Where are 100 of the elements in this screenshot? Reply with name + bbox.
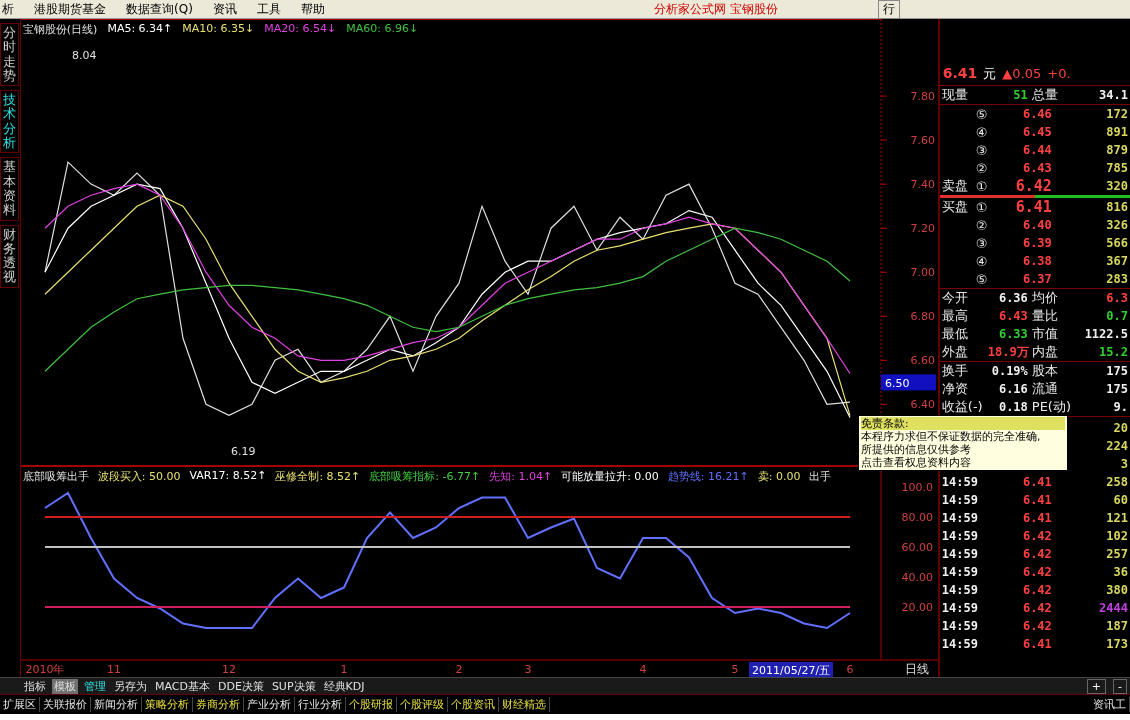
date-label: 12 <box>221 663 236 676</box>
legend-text: 底部吸筹指标: -6.77↑ <box>369 469 481 484</box>
field-label: PE(动) <box>1030 398 1072 416</box>
zoom-button[interactable]: + <box>1086 678 1106 694</box>
side-label: 卖盘 <box>941 177 969 195</box>
bid-price: 6.40 <box>1021 218 1052 232</box>
field-value: 0.18 <box>997 400 1028 414</box>
axis-label: 7.40 <box>910 178 935 192</box>
menu-item[interactable]: 资讯 <box>212 0 237 18</box>
rank-label: ② <box>975 217 989 233</box>
date-label: 5 <box>731 663 739 676</box>
legend-text: VAR17: 8.52↑ <box>189 469 267 484</box>
tick-price: 6.42 <box>1021 547 1052 561</box>
axis-label: 7.60 <box>910 134 935 148</box>
menu-item[interactable]: 数据查询(Q) <box>126 0 193 18</box>
menu-item[interactable]: 帮助 <box>300 0 325 18</box>
menu-brand-text: 分析家公式网 宝钢股份 <box>654 0 778 18</box>
tick-time: 14:59 <box>941 493 979 507</box>
field-label: 市值 <box>1030 325 1059 343</box>
rank-label: ② <box>975 160 989 176</box>
formula-tab[interactable]: 管理 <box>82 678 108 694</box>
menu-item[interactable]: 析 <box>2 0 14 18</box>
price-annotation: 8.04 <box>71 49 97 62</box>
field-value: 6.43 <box>997 309 1028 323</box>
date-label: 6 <box>846 663 854 676</box>
field-label: 股本 <box>1030 362 1059 380</box>
field-label: 净资 <box>941 380 969 398</box>
side-tab[interactable]: 分时走势 <box>0 23 19 87</box>
bottom-tab[interactable]: 财经精选 <box>499 697 550 712</box>
axis-label: 7.20 <box>910 222 935 236</box>
date-label: 3 <box>524 663 532 676</box>
axis-label: 6.60 <box>910 354 935 368</box>
field-value: 0.19% <box>990 364 1028 378</box>
formula-tab[interactable]: MACD基本 <box>153 678 212 694</box>
cursor-price-label: 6.50 <box>880 374 936 391</box>
rank-label: ⑤ <box>975 271 989 287</box>
bottom-tab[interactable]: 扩展区 <box>0 697 40 712</box>
legend-text: MA60: 6.96↓ <box>346 22 419 37</box>
axis-label: 40.00 <box>901 571 933 584</box>
field-value: 34.1 <box>1098 88 1128 102</box>
field-label: 流通 <box>1030 380 1059 398</box>
axis-label: 6.80 <box>910 310 935 324</box>
field-value: 15.2 <box>1098 345 1128 359</box>
menu-corner-button[interactable]: 行 <box>878 0 900 19</box>
legend-text: 出手 <box>809 469 832 484</box>
side-tab[interactable]: 基本资料 <box>0 157 19 221</box>
tick-volume: 121 <box>1105 511 1128 525</box>
rank-label: ④ <box>975 253 989 269</box>
tick-price: 6.42 <box>1021 583 1052 597</box>
side-tab[interactable]: 财务透视 <box>0 224 19 288</box>
tick-volume: 257 <box>1105 547 1128 561</box>
legend-text: 波段买入: 50.00 <box>97 469 181 484</box>
tick-price: 6.41 <box>1021 637 1052 651</box>
legend-text: MA10: 6.35↓ <box>182 22 255 37</box>
bottom-tab[interactable]: 关联报价 <box>40 697 91 712</box>
bid-price: 6.37 <box>1021 272 1052 286</box>
bottom-tab[interactable]: 新闻分析 <box>91 697 142 712</box>
bottom-tab[interactable]: 资讯工 <box>1090 697 1130 712</box>
side-tab[interactable]: 技术分析 <box>0 90 19 154</box>
ask-volume: 879 <box>1105 143 1128 157</box>
tick-price: 6.42 <box>1021 601 1052 615</box>
tick-volume: 224 <box>1105 439 1128 453</box>
formula-tab[interactable]: 模板 <box>52 678 78 694</box>
formula-tab[interactable]: 经典KDJ <box>321 678 367 694</box>
bottom-tab[interactable]: 个股资讯 <box>448 697 499 712</box>
legend-text: 趋势线: 16.21↑ <box>667 469 749 484</box>
bid-price: 6.38 <box>1021 254 1052 268</box>
formula-tab[interactable]: 另存为 <box>112 678 149 694</box>
axis-label: 80.00 <box>901 511 933 524</box>
zoom-button[interactable]: - <box>1113 678 1127 694</box>
legend-text: 巫修全制: 8.52↑ <box>275 469 361 484</box>
bottom-tab[interactable]: 产业分析 <box>244 697 295 712</box>
tick-time: 14:59 <box>941 601 979 615</box>
bottom-tab[interactable]: 券商分析 <box>193 697 244 712</box>
bottom-tab[interactable]: 个股评级 <box>397 697 448 712</box>
field-label: 量比 <box>1030 307 1059 325</box>
legend-text: 卖: 0.00 <box>757 469 801 484</box>
bottom-tab[interactable]: 策略分析 <box>142 697 193 712</box>
formula-tab[interactable]: DDE决策 <box>216 678 266 694</box>
rank-label: ③ <box>975 142 989 158</box>
legend-text: 先知: 1.04↑ <box>489 469 553 484</box>
bottom-tab[interactable]: 个股研报 <box>346 697 397 712</box>
bottom-tab[interactable]: 行业分析 <box>295 697 346 712</box>
field-value: 6.3 <box>1105 291 1128 305</box>
rank-label: ⑤ <box>975 106 989 122</box>
bid-volume: 367 <box>1105 254 1128 268</box>
menu-item[interactable]: 工具 <box>256 0 281 18</box>
tick-time: 14:59 <box>941 583 979 597</box>
formula-tab[interactable]: SUP决策 <box>269 678 318 694</box>
ask-volume: 172 <box>1105 107 1128 121</box>
ask-price: 6.44 <box>1021 143 1052 157</box>
menu-item[interactable]: 港股期货基金 <box>34 0 106 18</box>
last-price: 6.41 <box>942 65 978 81</box>
ask-volume: 891 <box>1105 125 1128 139</box>
axis-label: 7.00 <box>910 266 935 280</box>
formula-tab[interactable]: 指标 <box>22 678 48 694</box>
ask-price: 6.43 <box>1021 161 1052 175</box>
tick-price: 6.42 <box>1021 619 1052 633</box>
tick-time: 14:59 <box>941 619 979 633</box>
tick-time: 14:59 <box>941 547 979 561</box>
